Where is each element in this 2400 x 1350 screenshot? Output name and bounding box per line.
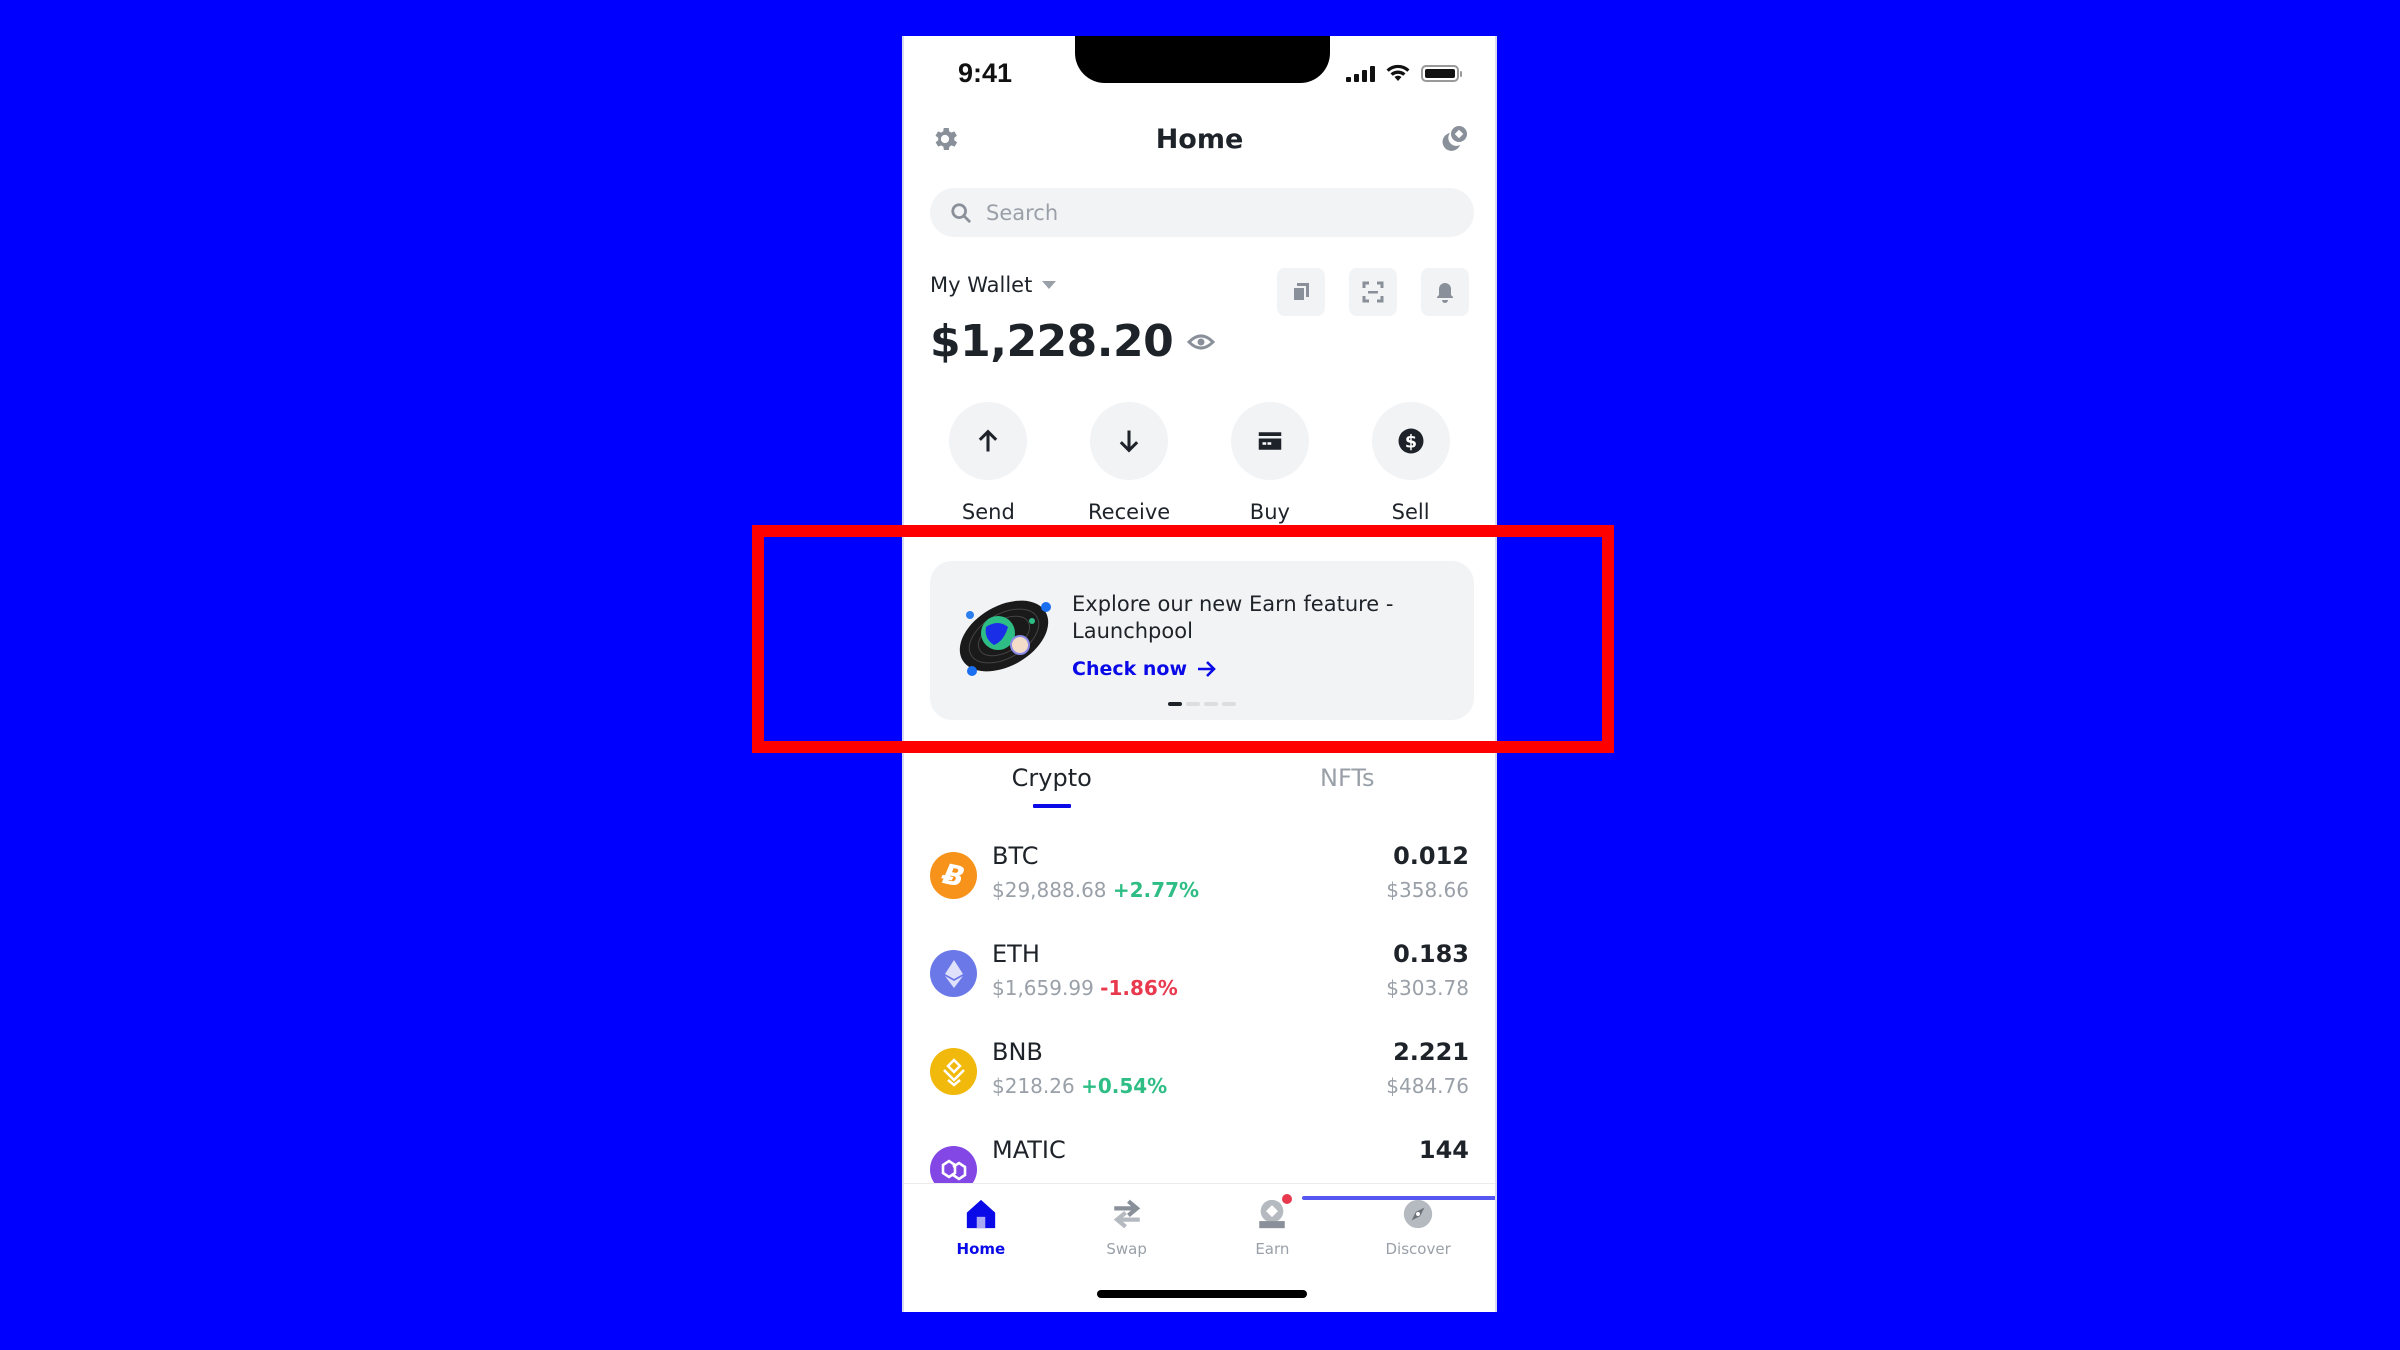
btc-icon: Ƀ xyxy=(930,852,977,899)
coin-price-value: $29,888.68 xyxy=(992,878,1107,902)
coin-quantity: 0.183 xyxy=(1393,940,1469,968)
bottom-nav: Home Swap Earn Discover xyxy=(904,1183,1495,1312)
coin-quantity: 144 xyxy=(1418,1136,1469,1164)
quick-actions: Send Receive Buy $ Sell xyxy=(904,402,1495,524)
coin-value: $484.76 xyxy=(1386,1074,1469,1098)
walletconnect-button[interactable] xyxy=(1437,122,1471,156)
bnb-icon xyxy=(930,1048,977,1095)
notifications-button[interactable] xyxy=(1421,268,1469,316)
coin-list: Ƀ BTC $29,888.68 +2.77% 0.012 $358.66 ET… xyxy=(904,836,1495,1228)
sell-label: Sell xyxy=(1391,500,1430,524)
signal-icon xyxy=(1346,65,1375,82)
page-title: Home xyxy=(1155,124,1244,155)
receive-button[interactable]: Receive xyxy=(1069,402,1189,524)
coin-quantity: 2.221 xyxy=(1393,1038,1469,1066)
caret-down-icon xyxy=(1042,281,1057,289)
eye-icon[interactable] xyxy=(1187,332,1216,352)
search-icon xyxy=(951,202,971,223)
nav-discover[interactable]: Discover xyxy=(1358,1194,1478,1258)
coin-symbol: MATIC xyxy=(992,1136,1066,1164)
scan-icon xyxy=(1362,281,1384,303)
coin-price: $29,888.68 +2.77% xyxy=(992,878,1199,902)
highlight-box xyxy=(752,525,1614,753)
buy-label: Buy xyxy=(1249,500,1290,524)
compass-icon xyxy=(1403,1199,1433,1229)
notch xyxy=(1075,36,1330,83)
coin-row-eth[interactable]: ETH $1,659.99 -1.86% 0.183 $303.78 xyxy=(904,934,1495,1032)
nav-home-label: Home xyxy=(956,1240,1006,1258)
battery-icon xyxy=(1421,65,1462,82)
swap-icon xyxy=(1113,1199,1140,1229)
dollar-icon: $ xyxy=(1398,428,1424,454)
wallet-name: My Wallet xyxy=(930,273,1033,297)
home-indicator xyxy=(1097,1290,1307,1298)
coin-symbol: BTC xyxy=(992,842,1039,870)
earn-badge-dot xyxy=(1282,1194,1293,1204)
bell-icon xyxy=(1437,283,1453,303)
scan-button[interactable] xyxy=(1349,268,1397,316)
wifi-icon xyxy=(1386,64,1410,81)
asset-tabs: Crypto NFTs xyxy=(904,752,1495,812)
nav-swap[interactable]: Swap xyxy=(1067,1194,1187,1258)
tab-crypto[interactable]: Crypto xyxy=(904,752,1200,812)
nav-discover-label: Discover xyxy=(1385,1240,1451,1258)
search-bar[interactable] xyxy=(930,188,1474,237)
nav-earn[interactable]: Earn xyxy=(1212,1194,1332,1258)
wallet-actions xyxy=(1277,268,1469,316)
coin-change: -1.86% xyxy=(1100,976,1178,1000)
balance-amount: $1,228.20 xyxy=(930,316,1174,367)
coin-change: +2.77% xyxy=(1112,878,1200,902)
svg-text:$: $ xyxy=(1405,432,1417,452)
wallet-balance: $1,228.20 xyxy=(930,316,1216,367)
copy-address-button[interactable] xyxy=(1277,268,1325,316)
receive-label: Receive xyxy=(1088,500,1171,524)
eth-icon xyxy=(930,950,977,997)
coin-symbol: ETH xyxy=(992,940,1040,968)
status-icons xyxy=(1346,64,1462,82)
header: Home xyxy=(904,116,1495,162)
tab-nfts[interactable]: NFTs xyxy=(1200,752,1496,812)
coin-row-btc[interactable]: Ƀ BTC $29,888.68 +2.77% 0.012 $358.66 xyxy=(904,836,1495,934)
nav-swap-label: Swap xyxy=(1106,1240,1147,1258)
coin-value: $358.66 xyxy=(1386,878,1469,902)
coin-price-value: $218.26 xyxy=(992,1074,1075,1098)
arrow-up-icon xyxy=(979,429,998,452)
overlay-line xyxy=(1302,1196,1495,1200)
wallet-selector[interactable]: My Wallet xyxy=(930,273,1057,297)
coin-price-value: $1,659.99 xyxy=(992,976,1094,1000)
status-time: 9:41 xyxy=(958,58,1013,88)
send-label: Send xyxy=(961,500,1015,524)
coin-quantity: 0.012 xyxy=(1393,842,1469,870)
card-icon xyxy=(1258,432,1282,450)
coin-value: $303.78 xyxy=(1386,976,1469,1000)
search-input[interactable] xyxy=(986,200,1426,225)
nav-earn-label: Earn xyxy=(1255,1240,1290,1258)
sell-button[interactable]: $ Sell xyxy=(1351,402,1471,524)
buy-button[interactable]: Buy xyxy=(1210,402,1330,524)
coin-price: $1,659.99 -1.86% xyxy=(992,976,1178,1000)
nav-home[interactable]: Home xyxy=(921,1194,1041,1258)
coin-change: +0.54% xyxy=(1081,1074,1168,1098)
copy-icon xyxy=(1292,283,1309,302)
home-icon xyxy=(966,1199,996,1229)
walletconnect-icon xyxy=(1442,126,1467,151)
coin-symbol: BNB xyxy=(992,1038,1043,1066)
coin-row-bnb[interactable]: BNB $218.26 +0.54% 2.221 $484.76 xyxy=(904,1032,1495,1130)
coin-price: $218.26 +0.54% xyxy=(992,1074,1167,1098)
send-button[interactable]: Send xyxy=(928,402,1048,524)
arrow-down-icon xyxy=(1119,430,1139,453)
